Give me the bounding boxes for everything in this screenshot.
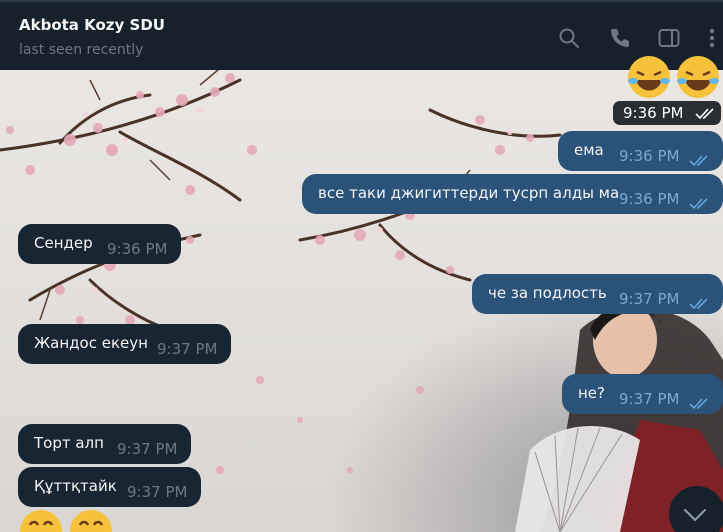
message-text: не? xyxy=(578,384,605,402)
message-time: 9:36 PM xyxy=(619,190,680,208)
message-time: 9:37 PM xyxy=(117,440,178,458)
chat-header: Akbota Kozy SDU last seen recently xyxy=(0,0,723,70)
message-text: Сендер xyxy=(34,234,93,252)
outgoing-message[interactable]: че за подлость 9:37 PM xyxy=(472,274,723,314)
chevron-down-icon xyxy=(683,508,707,522)
incoming-message[interactable]: Торт алп 9:37 PM xyxy=(18,424,191,464)
sticker-time: 9:36 PM xyxy=(623,104,684,122)
message-time: 9:36 PM xyxy=(107,240,168,258)
grinning-emoji xyxy=(68,508,114,532)
outgoing-message[interactable]: не? 9:37 PM xyxy=(562,374,723,414)
incoming-message[interactable]: Жандос екеун 9:37 PM xyxy=(18,324,231,364)
read-checkmarks-icon xyxy=(689,398,708,410)
message-time: 9:36 PM xyxy=(619,147,680,165)
laughing-emoji xyxy=(626,54,672,100)
message-text: все таки джигиттерди тусрп алды ма xyxy=(318,184,620,202)
outgoing-message[interactable]: все таки джигиттерди тусрп алды ма 9:36 … xyxy=(302,174,723,214)
message-text: ема xyxy=(574,141,604,159)
scroll-to-bottom-button[interactable] xyxy=(669,486,723,532)
read-checkmarks-icon xyxy=(695,108,714,120)
grinning-emoji xyxy=(18,508,64,532)
message-time: 9:37 PM xyxy=(127,483,188,501)
message-text: Құттқтайк xyxy=(34,477,117,495)
sidebar-toggle-icon[interactable] xyxy=(657,26,681,50)
chat-title[interactable]: Akbota Kozy SDU xyxy=(19,16,165,34)
phone-icon[interactable] xyxy=(608,26,632,50)
read-checkmarks-icon xyxy=(689,298,708,310)
message-text: че за подлость xyxy=(488,284,607,302)
incoming-message[interactable]: Құттқтайк 9:37 PM xyxy=(18,467,201,507)
laughing-emoji xyxy=(675,54,721,100)
message-time: 9:37 PM xyxy=(619,390,680,408)
more-options-icon[interactable] xyxy=(701,26,723,50)
message-time: 9:37 PM xyxy=(619,290,680,308)
message-text: Жандос екеун xyxy=(34,334,148,352)
chat-status: last seen recently xyxy=(19,42,144,58)
message-text: Торт алп xyxy=(34,434,104,452)
outgoing-message[interactable]: ема 9:36 PM xyxy=(558,131,723,171)
search-icon[interactable] xyxy=(557,26,581,50)
read-checkmarks-icon xyxy=(689,155,708,167)
sticker-time-badge: 9:36 PM xyxy=(613,101,721,125)
read-checkmarks-icon xyxy=(689,198,708,210)
incoming-message[interactable]: Сендер 9:36 PM xyxy=(18,224,181,264)
message-time: 9:37 PM xyxy=(157,340,218,358)
